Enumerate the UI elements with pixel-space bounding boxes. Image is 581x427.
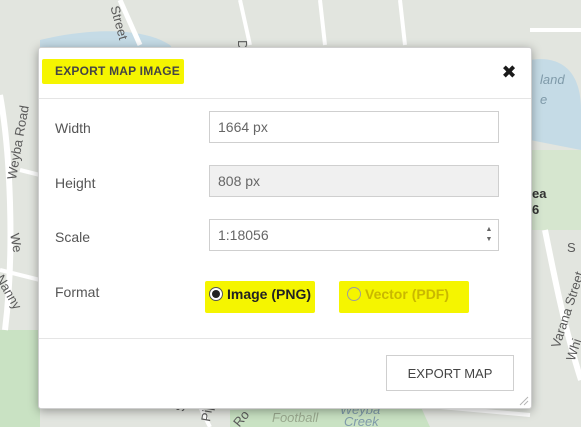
close-icon[interactable]: ✖ xyxy=(499,62,519,82)
export-map-dialog: EXPORT MAP IMAGE ✖ Width Height Scale 1:… xyxy=(38,47,532,409)
map-export-screen: Street Weyba Road We Nanny land e ea 6 V… xyxy=(0,0,581,427)
dialog-title: EXPORT MAP IMAGE xyxy=(42,59,184,84)
format-option-png-label: Image (PNG) xyxy=(227,286,312,302)
format-option-pdf[interactable]: Vector (PDF) xyxy=(339,281,470,313)
spinner-up-icon[interactable]: ▲ xyxy=(484,225,494,235)
format-option-png[interactable]: Image (PNG) xyxy=(205,281,316,313)
map-label-island: land xyxy=(540,72,565,87)
width-label: Width xyxy=(55,120,91,136)
width-input[interactable] xyxy=(209,111,499,143)
scale-label: Scale xyxy=(55,229,91,245)
map-label-s-right: S xyxy=(567,240,576,255)
map-label-w: We xyxy=(7,232,26,254)
park-area xyxy=(0,330,40,427)
format-option-pdf-label: Vector (PDF) xyxy=(365,286,450,302)
scale-spinner[interactable]: ▲ ▼ xyxy=(484,225,494,245)
map-label-ea: ea xyxy=(532,186,547,201)
scale-input[interactable]: 1:18056 ▲ ▼ xyxy=(209,219,499,251)
resize-grip-icon[interactable] xyxy=(519,396,529,406)
dialog-header: EXPORT MAP IMAGE ✖ xyxy=(39,48,531,99)
height-label: Height xyxy=(55,175,96,191)
scale-value: 1:18056 xyxy=(218,227,269,243)
map-label-island-e: e xyxy=(540,92,548,107)
export-map-button[interactable]: EXPORT MAP xyxy=(386,355,514,391)
radio-checked-icon[interactable] xyxy=(209,287,223,301)
format-label: Format xyxy=(55,284,100,300)
dialog-footer: EXPORT MAP xyxy=(39,338,531,409)
map-label-football: Football xyxy=(272,410,319,425)
spinner-down-icon[interactable]: ▼ xyxy=(484,235,494,245)
map-label-weyba-creek-2: Creek xyxy=(344,414,379,427)
map-label-six: 6 xyxy=(532,202,540,217)
height-input xyxy=(209,165,499,197)
radio-unchecked-icon[interactable] xyxy=(347,287,361,301)
